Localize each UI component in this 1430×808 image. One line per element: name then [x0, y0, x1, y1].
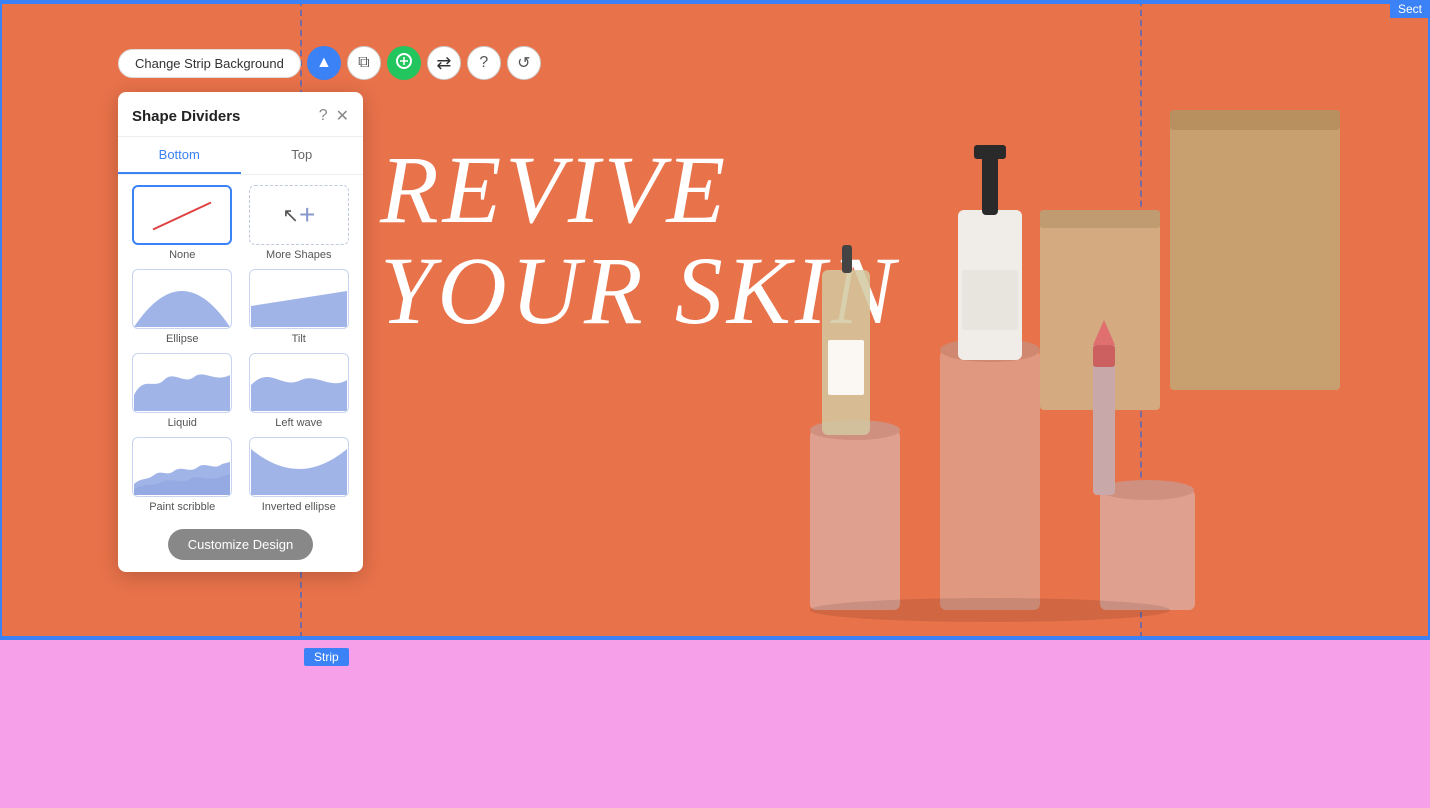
- swap-button[interactable]: ⇄: [427, 46, 461, 80]
- shape-label-inverted-ellipse: Inverted ellipse: [262, 501, 336, 513]
- customize-design-button[interactable]: Customize Design: [168, 529, 314, 560]
- cursor-icon: ↖: [282, 203, 299, 228]
- product-area: [730, 50, 1350, 630]
- shape-label-left-wave: Left wave: [275, 417, 322, 429]
- shape-preview-tilt: [249, 269, 349, 329]
- crop-icon: [395, 52, 413, 75]
- shape-label-none: None: [169, 249, 195, 261]
- more-icon: ↺: [517, 53, 530, 73]
- crop-button[interactable]: [387, 46, 421, 80]
- ellipse-svg: [134, 271, 230, 327]
- liquid-svg: [134, 355, 230, 411]
- shape-label-paint-scribble: Paint scribble: [149, 501, 215, 513]
- tab-bottom[interactable]: Bottom: [118, 137, 241, 174]
- shape-label-liquid: Liquid: [168, 417, 197, 429]
- paint-scribble-svg: [134, 439, 230, 495]
- close-icon: ✕: [336, 108, 349, 125]
- shape-item-none[interactable]: None: [128, 185, 237, 261]
- shape-item-inverted-ellipse[interactable]: Inverted ellipse: [245, 437, 354, 513]
- help-icon: ?: [479, 54, 488, 72]
- panel-help-button[interactable]: ?: [319, 107, 328, 125]
- product-scene-svg: [730, 50, 1350, 630]
- none-shape-visual: [142, 195, 222, 235]
- shape-dividers-panel: Shape Dividers ? ✕ Bottom Top None: [118, 92, 363, 572]
- section-label: Sect: [1390, 0, 1430, 18]
- hero-border-left: [0, 4, 2, 638]
- shape-preview-more: ↖ +: [249, 185, 349, 245]
- shape-preview-inverted-ellipse: [249, 437, 349, 497]
- panel-tabs: Bottom Top: [118, 137, 363, 175]
- left-wave-svg: [251, 355, 347, 411]
- copy-button[interactable]: ⧉: [347, 46, 381, 80]
- shape-item-left-wave[interactable]: Left wave: [245, 353, 354, 429]
- shape-preview-ellipse: [132, 269, 232, 329]
- top-border: [0, 0, 1430, 4]
- hero-line1: REVIVE: [380, 136, 729, 243]
- strip-label: Strip: [304, 648, 349, 666]
- shape-preview-none: [132, 185, 232, 245]
- tilt-svg: [251, 271, 347, 327]
- tab-top[interactable]: Top: [241, 137, 364, 174]
- shape-label-ellipse: Ellipse: [166, 333, 198, 345]
- swap-icon: ⇄: [436, 53, 451, 74]
- hero-border-bottom: [0, 636, 1430, 640]
- shape-item-paint-scribble[interactable]: Paint scribble: [128, 437, 237, 513]
- shape-label-tilt: Tilt: [292, 333, 306, 345]
- shape-item-more[interactable]: ↖ + More Shapes: [245, 185, 354, 261]
- panel-header-icons: ? ✕: [319, 106, 349, 126]
- shape-item-tilt[interactable]: Tilt: [245, 269, 354, 345]
- shape-preview-left-wave: [249, 353, 349, 413]
- arrow-up-icon: ▲: [316, 54, 332, 72]
- shape-item-ellipse[interactable]: Ellipse: [128, 269, 237, 345]
- bottom-section: [0, 638, 1430, 808]
- panel-help-icon: ?: [319, 107, 328, 124]
- shape-grid: None ↖ + More Shapes Ellipse: [118, 175, 363, 523]
- help-button[interactable]: ?: [467, 46, 501, 80]
- change-bg-button[interactable]: Change Strip Background: [118, 49, 301, 78]
- panel-close-button[interactable]: ✕: [336, 106, 349, 126]
- shape-preview-liquid: [132, 353, 232, 413]
- panel-title: Shape Dividers: [132, 108, 240, 125]
- copy-icon: ⧉: [358, 54, 369, 72]
- shape-preview-paint-scribble: [132, 437, 232, 497]
- more-button[interactable]: ↺: [507, 46, 541, 80]
- shape-item-liquid[interactable]: Liquid: [128, 353, 237, 429]
- inverted-ellipse-svg: [251, 439, 347, 495]
- panel-header: Shape Dividers ? ✕: [118, 92, 363, 137]
- plus-icon: +: [299, 199, 315, 231]
- toolbar: Change Strip Background ▲ ⧉ ⇄ ? ↺: [118, 46, 541, 80]
- arrow-up-icon-button[interactable]: ▲: [307, 46, 341, 80]
- shape-label-more: More Shapes: [266, 249, 331, 261]
